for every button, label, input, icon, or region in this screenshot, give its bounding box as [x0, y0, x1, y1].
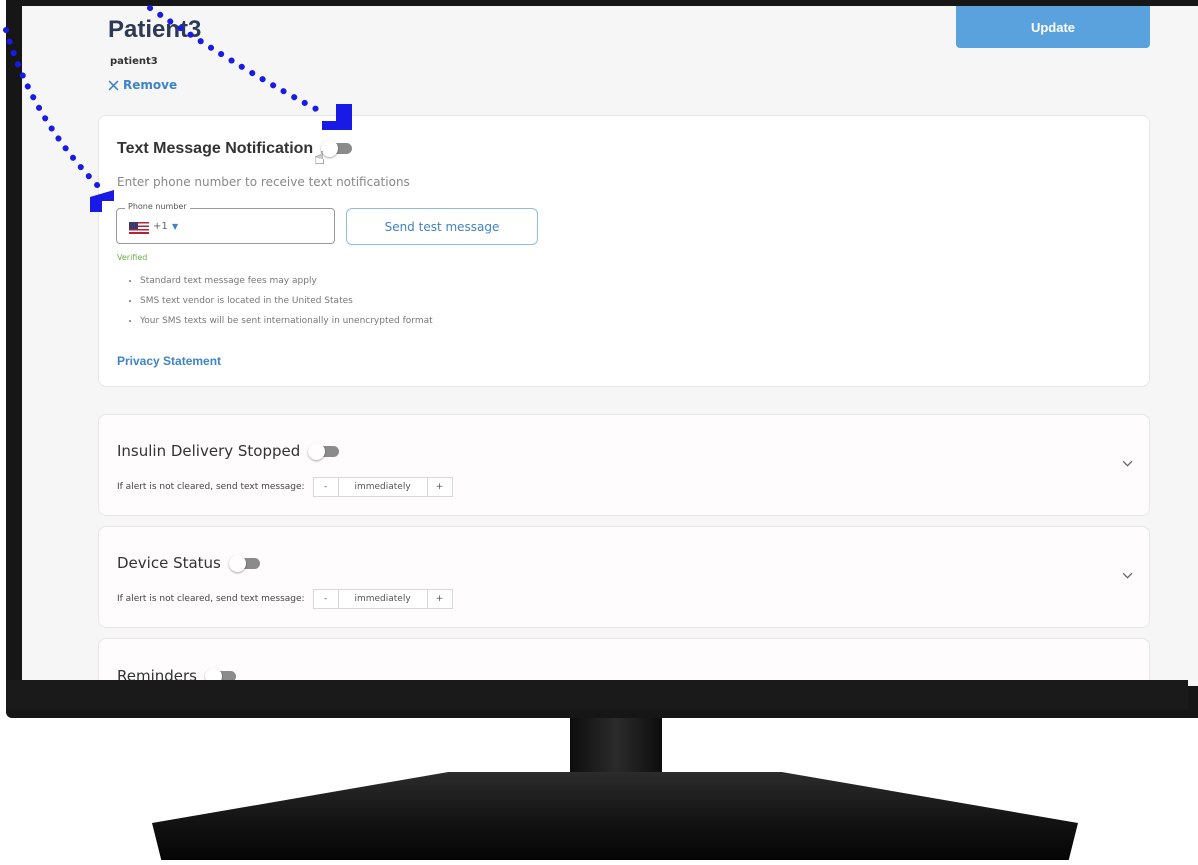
page-title: Patient3 — [108, 16, 202, 43]
increment-button[interactable]: + — [428, 478, 452, 496]
text-notification-card: Text Message Notification Enter phone nu… — [98, 115, 1150, 387]
us-flag-icon[interactable] — [129, 222, 149, 234]
decrement-button[interactable]: - — [314, 478, 338, 496]
privacy-statement-link[interactable]: Privacy Statement — [117, 354, 221, 368]
toggle-knob — [308, 443, 326, 460]
list-item: Your SMS texts will be sent internationa… — [140, 311, 433, 331]
delay-value: immediately — [337, 478, 428, 496]
device-status-heading: Device Status — [117, 554, 260, 572]
verified-label: Verified — [117, 253, 148, 262]
decrement-button[interactable]: - — [314, 590, 338, 608]
send-text-label: If alert is not cleared, send text messa… — [117, 594, 305, 604]
insulin-delivery-toggle[interactable] — [308, 443, 340, 460]
insulin-delivery-title: Insulin Delivery Stopped — [117, 442, 301, 460]
text-notification-subtitle: Enter phone number to receive text notif… — [117, 175, 410, 189]
chevron-down-icon[interactable] — [1122, 571, 1133, 582]
increment-button[interactable]: + — [428, 590, 452, 608]
monitor-bezel: Patient3 patient3 Remove Update Text Mes… — [6, 0, 1198, 718]
device-status-send-row: If alert is not cleared, send text messa… — [117, 589, 453, 609]
device-status-toggle[interactable] — [228, 555, 260, 572]
close-icon — [108, 80, 119, 90]
sms-notes-list: Standard text message fees may apply SMS… — [126, 271, 433, 331]
phone-number-field[interactable]: Phone number +1 ▼ — [116, 202, 335, 244]
monitor-screen: Patient3 patient3 Remove Update Text Mes… — [22, 6, 1198, 686]
insulin-delivery-send-row: If alert is not cleared, send text messa… — [117, 477, 453, 497]
insulin-delivery-card[interactable]: Insulin Delivery Stopped If alert is not… — [98, 414, 1150, 516]
update-button[interactable]: Update — [956, 6, 1150, 48]
hand-pointer-icon: ☝ — [314, 148, 325, 169]
reminders-card[interactable]: Reminders — [98, 638, 1150, 686]
caret-down-icon[interactable]: ▼ — [172, 222, 178, 231]
monitor-stand-foot — [152, 772, 1078, 860]
remove-link[interactable]: Remove — [108, 78, 177, 92]
text-notification-toggle[interactable] — [320, 140, 352, 158]
device-status-title: Device Status — [117, 554, 221, 572]
send-text-label: If alert is not cleared, send text messa… — [117, 482, 305, 492]
remove-label: Remove — [123, 78, 178, 92]
chevron-down-icon[interactable] — [1122, 459, 1133, 470]
username-label: patient3 — [110, 56, 158, 67]
insulin-delivery-heading: Insulin Delivery Stopped — [117, 442, 340, 460]
monitor-bottom-bar — [6, 680, 1188, 710]
list-item: SMS text vendor is located in the United… — [140, 291, 433, 311]
dial-code: +1 — [153, 221, 168, 232]
device-status-card[interactable]: Device Status If alert is not cleared, s… — [98, 526, 1150, 628]
list-item: Standard text message fees may apply — [140, 271, 433, 291]
phone-number-label: Phone number — [125, 202, 190, 211]
delay-value: immediately — [337, 590, 428, 608]
text-notification-title: Text Message Notification — [117, 140, 314, 157]
device-delay-stepper: - immediately + — [312, 589, 453, 609]
toggle-knob — [228, 555, 246, 572]
send-test-message-button[interactable]: Send test message — [346, 208, 538, 245]
insulin-delay-stepper: - immediately + — [312, 477, 453, 497]
